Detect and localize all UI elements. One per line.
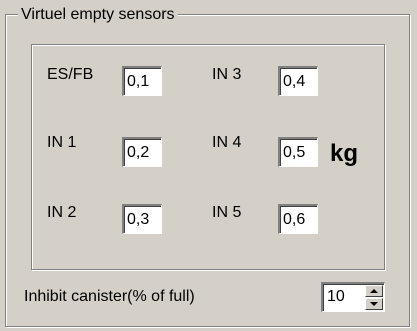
sensor-field-in5[interactable]: 0,6: [278, 204, 318, 234]
sensor-label-in1: IN 1: [47, 134, 77, 151]
sensor-field-in1[interactable]: 0,2: [122, 137, 162, 167]
inhibit-canister-spinbox[interactable]: 10: [321, 282, 385, 312]
inhibit-canister-value[interactable]: 10: [327, 284, 345, 310]
unit-label: kg: [330, 140, 359, 167]
sensor-label-es-fb: ES/FB: [47, 66, 94, 83]
group-title: Virtuel empty sensors: [18, 6, 178, 24]
spin-down-button[interactable]: [365, 298, 383, 310]
arrow-up-icon: [370, 289, 378, 293]
sensor-field-in3[interactable]: 0,4: [278, 66, 318, 96]
inhibit-canister-label: Inhibit canister(% of full): [24, 288, 195, 305]
sensor-field-es-fb[interactable]: 0,1: [122, 66, 162, 96]
spin-up-button[interactable]: [365, 285, 383, 297]
spin-buttons: [365, 285, 383, 310]
sensor-field-in4[interactable]: 0,5: [278, 137, 318, 167]
sensor-label-in4: IN 4: [212, 134, 242, 151]
sensor-label-in5: IN 5: [212, 204, 242, 221]
sensor-label-in2: IN 2: [47, 204, 77, 221]
sensor-field-in2[interactable]: 0,3: [122, 204, 162, 234]
arrow-down-icon: [370, 302, 378, 306]
sensor-label-in3: IN 3: [212, 66, 242, 83]
